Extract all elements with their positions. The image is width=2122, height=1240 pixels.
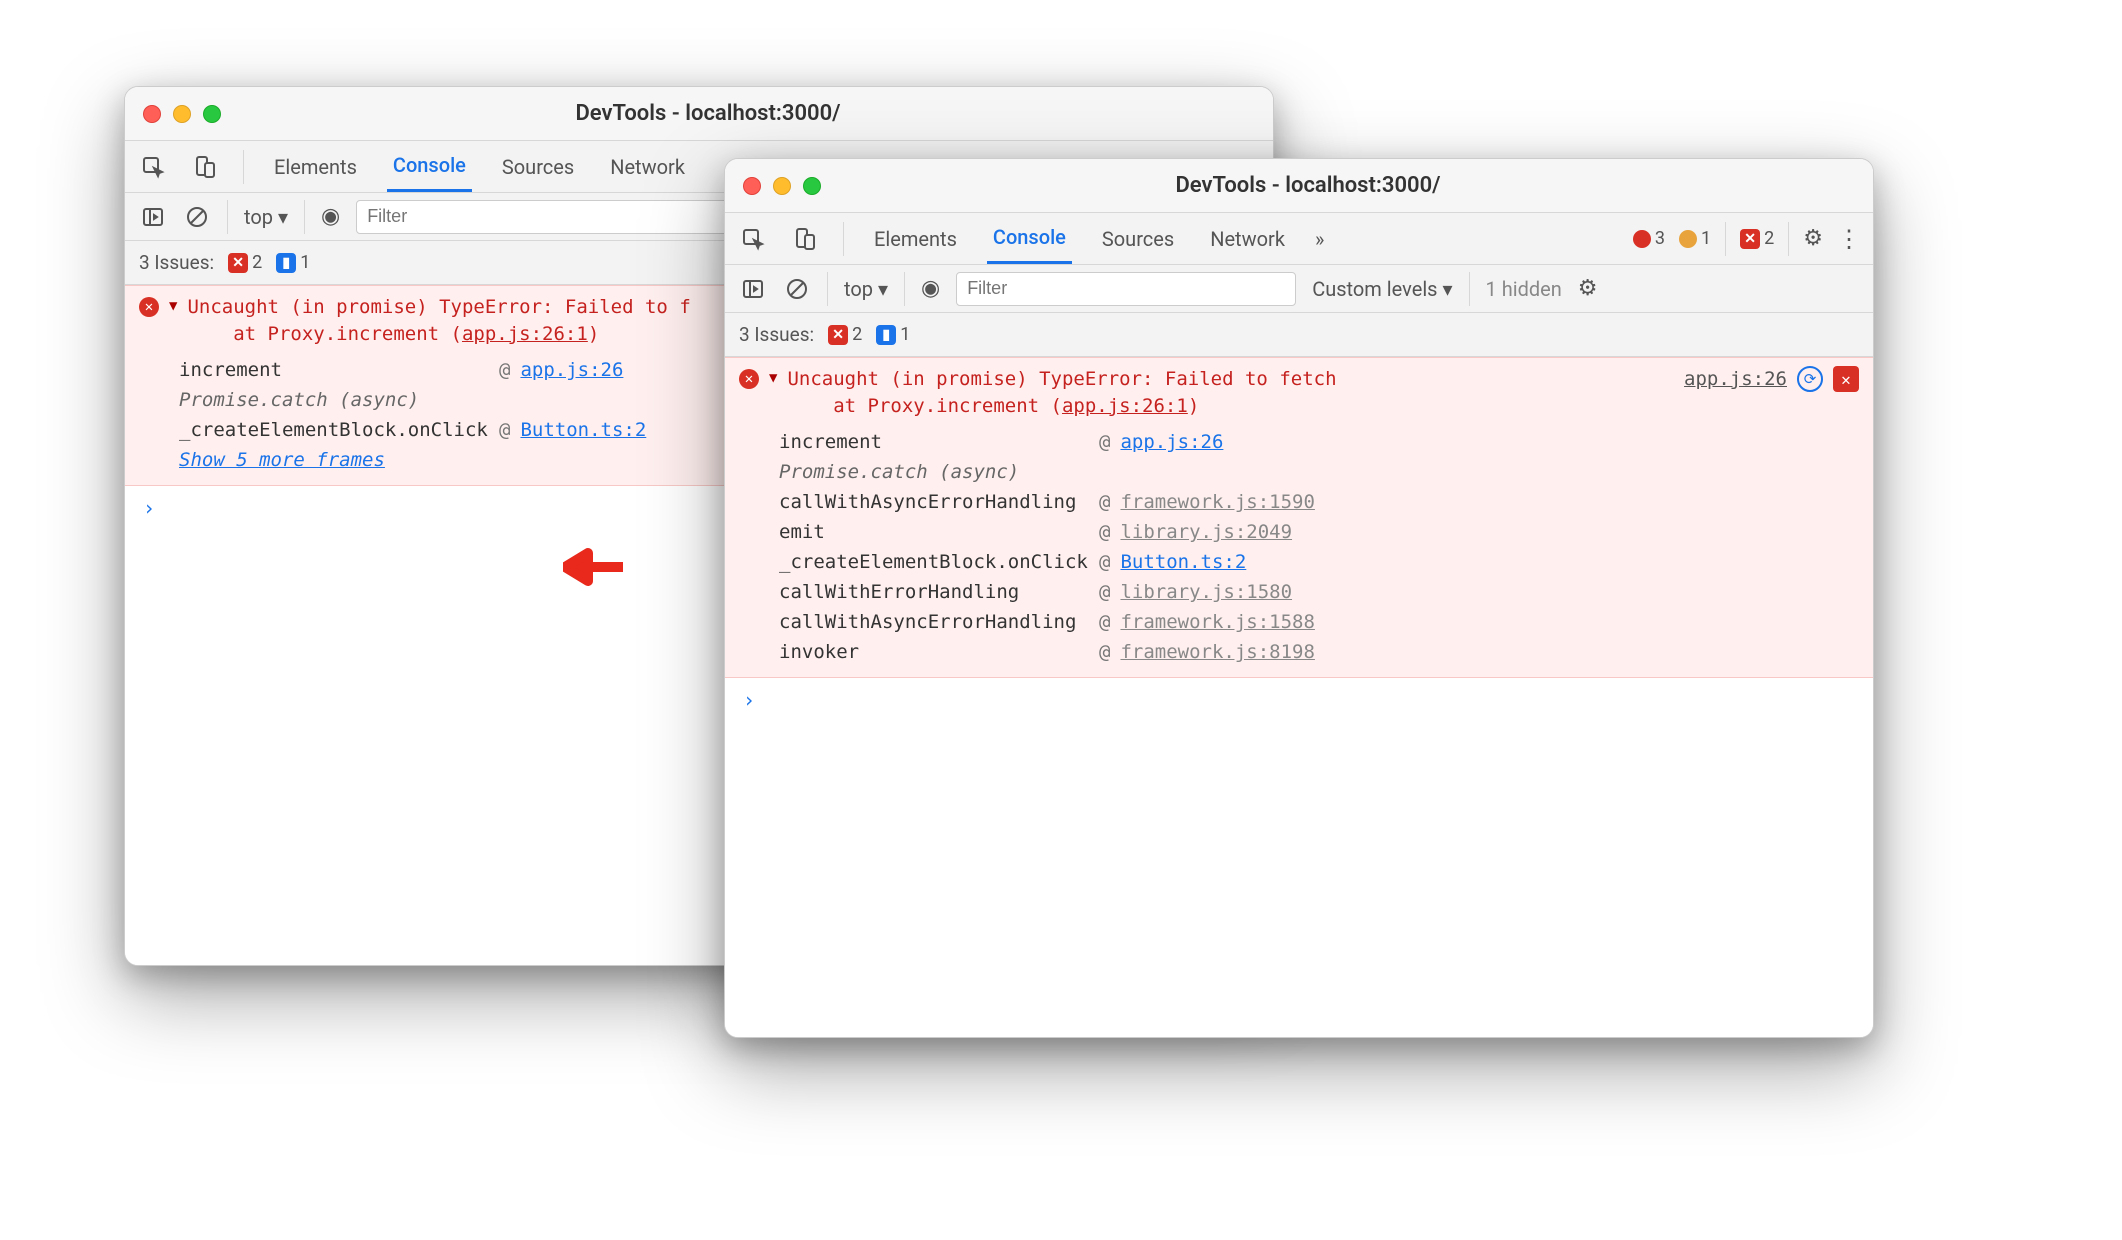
error-message: ✕ ▼ Uncaught (in promise) TypeError: Fai… — [725, 357, 1873, 678]
issue-count[interactable]: ✕2 — [1740, 228, 1774, 249]
source-link[interactable]: app.js:26 — [520, 359, 623, 381]
console-settings-icon[interactable]: ⚙ — [1578, 276, 1598, 301]
sidebar-toggle-icon[interactable] — [739, 275, 767, 303]
traffic-lights — [143, 105, 221, 123]
stack-frame: callWithAsyncErrorHandling@framework.js:… — [779, 607, 1859, 637]
tab-console[interactable]: Console — [987, 213, 1072, 264]
context-selector[interactable]: top ▾ — [844, 277, 888, 301]
issues-label: 3 Issues: — [139, 251, 214, 274]
minimize-icon[interactable] — [173, 105, 191, 123]
clear-console-icon[interactable] — [783, 275, 811, 303]
error-count[interactable]: 3 — [1633, 228, 1665, 249]
console-prompt[interactable]: › — [725, 678, 1873, 722]
issues-info[interactable]: ▮1 — [276, 252, 310, 273]
issues-label: 3 Issues: — [739, 323, 814, 346]
inspect-icon[interactable] — [739, 225, 767, 253]
console-body: ✕ ▼ Uncaught (in promise) TypeError: Fai… — [725, 357, 1873, 1037]
separator — [827, 272, 828, 306]
panel-tabs: Elements Console Sources Network » 3 1 ✕… — [725, 213, 1873, 265]
tab-console[interactable]: Console — [387, 141, 472, 192]
separator — [227, 200, 228, 234]
stack-frame: _createElementBlock.onClick@Button.ts:2 — [779, 547, 1859, 577]
separator — [1788, 222, 1789, 256]
source-link[interactable]: framework.js:8198 — [1120, 641, 1314, 663]
stack-frame: increment@app.js:26 — [779, 427, 1859, 457]
stack-frame-async: Promise.catch (async) — [779, 457, 1859, 487]
annotation-arrow-icon — [563, 547, 623, 591]
issues-errors[interactable]: ✕2 — [228, 252, 262, 273]
source-link[interactable]: framework.js:1590 — [1120, 491, 1314, 513]
source-link[interactable]: library.js:1580 — [1120, 581, 1292, 603]
collapse-toggle-icon[interactable]: ▼ — [169, 298, 177, 314]
zoom-icon[interactable] — [203, 105, 221, 123]
minimize-icon[interactable] — [773, 177, 791, 195]
source-link[interactable]: framework.js:1588 — [1120, 611, 1314, 633]
device-icon[interactable] — [191, 153, 219, 181]
separator — [304, 200, 305, 234]
source-link[interactable]: Button.ts:2 — [1120, 551, 1246, 573]
more-tabs-icon[interactable]: » — [1315, 227, 1337, 251]
devtools-window-expanded: DevTools - localhost:3000/ Elements Cons… — [724, 158, 1874, 1038]
tab-sources[interactable]: Sources — [1096, 213, 1180, 264]
separator — [243, 150, 244, 184]
stack-frame: emit@library.js:2049 — [779, 517, 1859, 547]
titlebar: DevTools - localhost:3000/ — [725, 159, 1873, 213]
traffic-lights — [743, 177, 821, 195]
separator — [1725, 222, 1726, 256]
error-text: Uncaught (in promise) TypeError: Failed … — [787, 366, 1336, 419]
settings-icon[interactable]: ⚙ — [1803, 226, 1823, 251]
hidden-count[interactable]: 1 hidden — [1486, 277, 1562, 301]
tab-sources[interactable]: Sources — [496, 141, 580, 192]
kebab-menu-icon[interactable]: ⋮ — [1837, 225, 1859, 253]
stack-frame: invoker@framework.js:8198 — [779, 637, 1859, 667]
window-title: DevTools - localhost:3000/ — [231, 101, 1255, 126]
log-levels-selector[interactable]: Custom levels ▾ — [1312, 277, 1452, 301]
close-icon[interactable] — [143, 105, 161, 123]
collapse-toggle-icon[interactable]: ▼ — [769, 370, 777, 386]
titlebar: DevTools - localhost:3000/ — [125, 87, 1273, 141]
live-expression-icon[interactable]: ◉ — [321, 204, 340, 229]
separator — [843, 222, 844, 256]
source-link[interactable]: library.js:2049 — [1120, 521, 1292, 543]
stack-trace: increment@app.js:26 Promise.catch (async… — [779, 427, 1859, 667]
clear-console-icon[interactable] — [183, 203, 211, 231]
separator — [1469, 272, 1470, 306]
issues-info[interactable]: ▮1 — [876, 324, 910, 345]
issues-bar: 3 Issues: ✕2 ▮1 — [725, 313, 1873, 357]
tab-network[interactable]: Network — [1204, 213, 1291, 264]
context-selector[interactable]: top ▾ — [244, 205, 288, 229]
dismiss-error-icon[interactable]: ✕ — [1833, 366, 1859, 392]
live-expression-icon[interactable]: ◉ — [921, 276, 940, 301]
stack-frame: callWithErrorHandling@library.js:1580 — [779, 577, 1859, 607]
source-link[interactable]: Button.ts:2 — [520, 419, 646, 441]
zoom-icon[interactable] — [803, 177, 821, 195]
inspect-icon[interactable] — [139, 153, 167, 181]
error-source-link[interactable]: app.js:26:1 — [1062, 395, 1188, 417]
error-source-link[interactable]: app.js:26:1 — [462, 323, 588, 345]
error-right-actions: app.js:26 ⟳ ✕ — [1684, 366, 1859, 392]
warning-count[interactable]: 1 — [1679, 228, 1711, 249]
error-icon: ✕ — [139, 297, 159, 317]
tabbar-right: 3 1 ✕2 ⚙ ⋮ — [1633, 222, 1859, 256]
tab-network[interactable]: Network — [604, 141, 691, 192]
filter-input[interactable] — [956, 272, 1296, 306]
close-icon[interactable] — [743, 177, 761, 195]
console-toolbar: top ▾ ◉ Custom levels ▾ 1 hidden ⚙ — [725, 265, 1873, 313]
error-text: Uncaught (in promise) TypeError: Failed … — [187, 294, 690, 347]
device-icon[interactable] — [791, 225, 819, 253]
tab-elements[interactable]: Elements — [268, 141, 363, 192]
separator — [904, 272, 905, 306]
source-link[interactable]: app.js:26 — [1120, 431, 1223, 453]
sidebar-toggle-icon[interactable] — [139, 203, 167, 231]
window-title: DevTools - localhost:3000/ — [831, 173, 1855, 198]
stack-frame: callWithAsyncErrorHandling@framework.js:… — [779, 487, 1859, 517]
issues-errors[interactable]: ✕2 — [828, 324, 862, 345]
reload-icon[interactable]: ⟳ — [1797, 366, 1823, 392]
source-link[interactable]: app.js:26 — [1684, 368, 1787, 390]
error-icon: ✕ — [739, 369, 759, 389]
tab-elements[interactable]: Elements — [868, 213, 963, 264]
